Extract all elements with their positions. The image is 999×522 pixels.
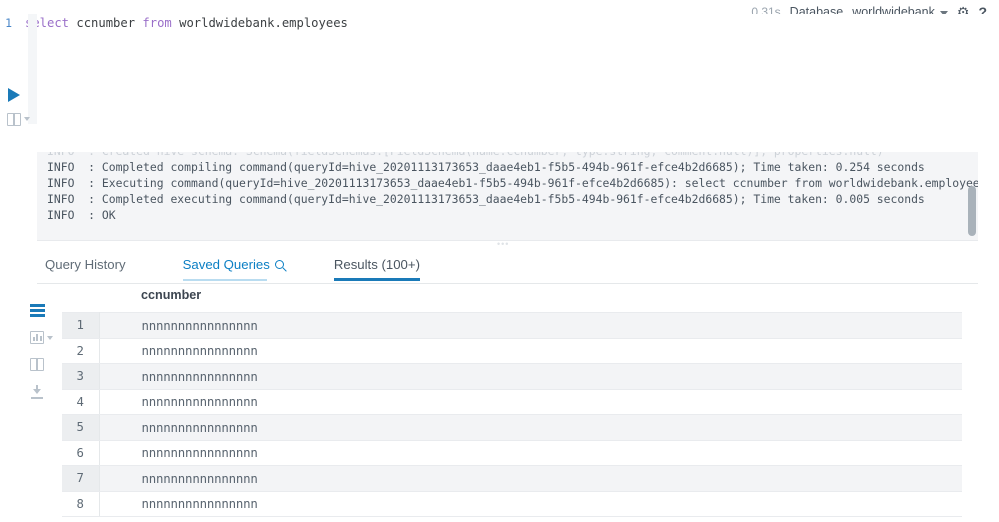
row-number: 8 (62, 490, 100, 517)
row-number: 6 (62, 439, 100, 466)
row-number: 7 (62, 465, 100, 492)
tab-label: Query History (45, 257, 126, 272)
table-row[interactable]: 8 nnnnnnnnnnnnnnnn (62, 490, 962, 517)
sql-keyword-from: from (142, 16, 172, 30)
table-body: 1 nnnnnnnnnnnnnnnn 2 nnnnnnnnnnnnnnnn 3 … (62, 312, 962, 517)
cell-ccnumber[interactable]: nnnnnnnnnnnnnnnn (99, 439, 962, 466)
sql-table-reference: worldwidebank.employees (171, 16, 348, 30)
download-button[interactable] (30, 385, 56, 399)
book-icon[interactable] (7, 113, 21, 126)
tab-label: Results (100+) (333, 257, 420, 272)
results-table: ccnumber 1 nnnnnnnnnnnnnnnn 2 nnnnnnnnnn… (62, 288, 962, 517)
table-row[interactable]: 1 nnnnnnnnnnnnnnnn (62, 312, 962, 339)
grid-view-button[interactable] (30, 304, 56, 317)
run-query-button[interactable] (8, 88, 20, 102)
tab-underline (45, 279, 126, 281)
row-number: 1 (62, 312, 100, 339)
table-header-row: ccnumber (62, 288, 962, 313)
tab-underline (182, 279, 267, 281)
download-icon (30, 385, 44, 399)
column-header-ccnumber[interactable]: ccnumber (99, 288, 962, 313)
editor-side-controls (4, 88, 34, 126)
tab-results[interactable]: Results (100+) (333, 252, 420, 281)
sql-column-ccnumber: ccnumber (69, 16, 143, 30)
line-number: 1 (0, 14, 14, 32)
chevron-down-icon[interactable] (24, 116, 30, 121)
table-row[interactable]: 4 nnnnnnnnnnnnnnnn (62, 388, 962, 415)
results-view-rail (30, 304, 56, 413)
sql-editor-app: 0.31s Database worldwidebank ⚙ ? 1 selec… (0, 0, 999, 522)
tab-label: Saved Queries (182, 257, 270, 272)
cell-ccnumber[interactable]: nnnnnnnnnnnnnnnn (99, 363, 962, 390)
sql-editor[interactable]: 1 select ccnumber from worldwidebank.emp… (0, 14, 999, 140)
panel-resize-handle[interactable]: ••• (497, 240, 509, 249)
row-number: 3 (62, 363, 100, 390)
assist-control-group[interactable] (7, 113, 34, 126)
row-number: 5 (62, 414, 100, 441)
columns-icon (30, 358, 44, 371)
table-row[interactable]: 3 nnnnnnnnnnnnnnnn (62, 363, 962, 390)
results-tab-bar: Query History Saved Queries Results (100… (37, 252, 978, 284)
results-table-container[interactable]: ccnumber 1 nnnnnnnnnnnnnnnn 2 nnnnnnnnnn… (62, 288, 962, 522)
bar-chart-icon (30, 331, 44, 344)
log-line: INFO : Completed compiling command(query… (47, 160, 925, 174)
search-icon[interactable] (274, 260, 284, 269)
cell-ccnumber[interactable]: nnnnnnnnnnnnnnnn (99, 465, 962, 492)
tab-bar-divider (37, 283, 978, 284)
table-row[interactable]: 7 nnnnnnnnnnnnnnnn (62, 465, 962, 492)
row-number-header (62, 288, 99, 313)
chevron-down-icon[interactable] (47, 335, 53, 340)
tab-underline (333, 278, 420, 281)
cell-ccnumber[interactable]: nnnnnnnnnnnnnnnn (99, 337, 962, 364)
query-log-panel[interactable]: INFO : Created hive schema: Schema(field… (37, 152, 978, 240)
log-scrollbar-thumb[interactable] (968, 186, 976, 236)
table-row[interactable]: 6 nnnnnnnnnnnnnnnn (62, 439, 962, 466)
sql-code-line[interactable]: select ccnumber from worldwidebank.emplo… (14, 14, 348, 32)
log-line: INFO : Executing command(queryId=hive_20… (47, 176, 978, 190)
tab-saved-queries[interactable]: Saved Queries (182, 252, 284, 281)
log-line: INFO : Completed executing command(query… (47, 192, 925, 206)
log-line: INFO : Created hive schema: Schema(field… (47, 152, 968, 159)
log-line: INFO : OK (47, 208, 116, 222)
row-number: 4 (62, 388, 100, 415)
columns-view-button[interactable] (30, 358, 56, 371)
cell-ccnumber[interactable]: nnnnnnnnnnnnnnnn (99, 388, 962, 415)
cell-ccnumber[interactable]: nnnnnnnnnnnnnnnn (99, 312, 962, 339)
row-number: 2 (62, 337, 100, 364)
chart-view-button[interactable] (30, 331, 56, 344)
table-row[interactable]: 2 nnnnnnnnnnnnnnnn (62, 337, 962, 364)
tab-query-history[interactable]: Query History (45, 252, 126, 281)
cell-ccnumber[interactable]: nnnnnnnnnnnnnnnn (99, 414, 962, 441)
cell-ccnumber[interactable]: nnnnnnnnnnnnnnnn (99, 490, 962, 517)
table-row[interactable]: 5 nnnnnnnnnnnnnnnn (62, 414, 962, 441)
grid-icon (30, 304, 45, 317)
